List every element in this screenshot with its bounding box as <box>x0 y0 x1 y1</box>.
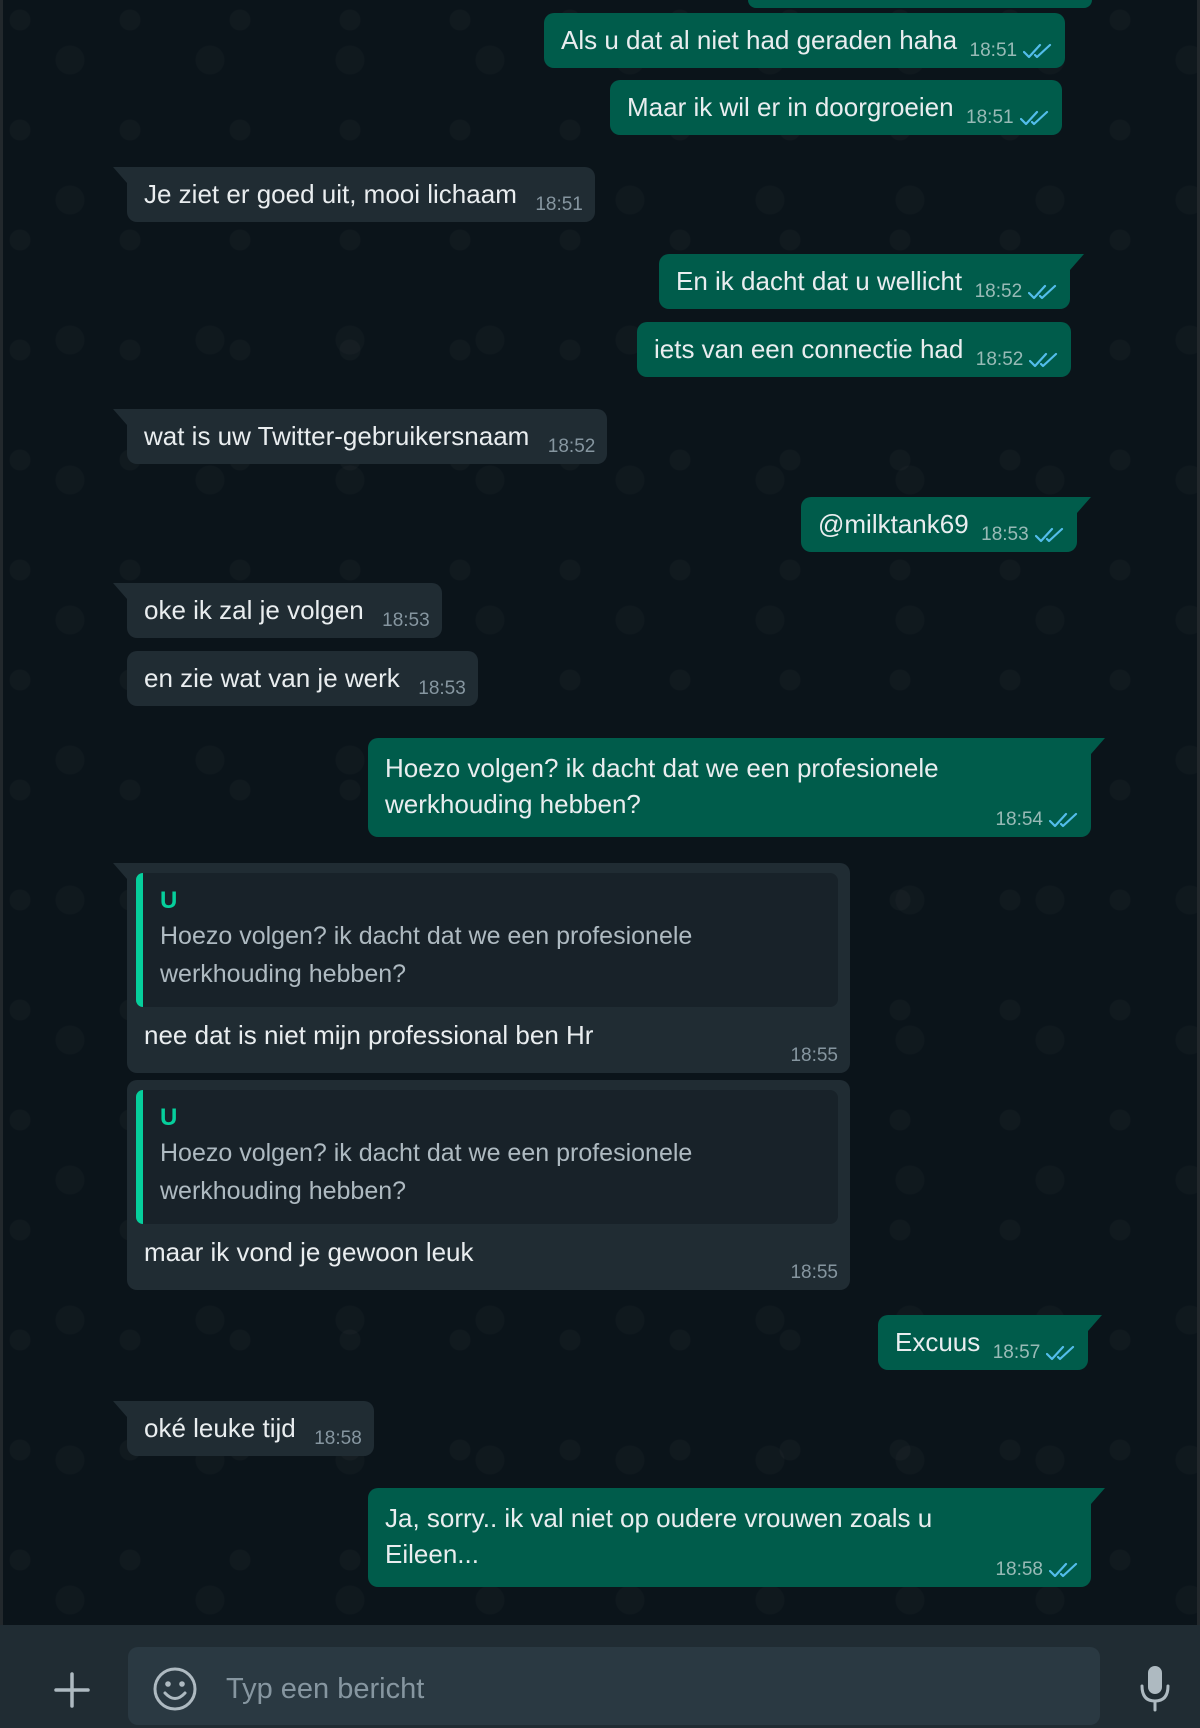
message-meta: 18:55 <box>790 1262 838 1284</box>
message-time: 18:53 <box>382 610 430 631</box>
message-bubble-outgoing[interactable]: Als u dat al niet had geraden haha 18:51 <box>544 13 1066 68</box>
quote-author: U <box>160 887 178 914</box>
plus-icon[interactable] <box>52 1670 92 1710</box>
message-text: nee dat is niet mijn professional ben Hr <box>144 1020 594 1050</box>
message-bubble-incoming-reply[interactable]: U Hoezo volgen? ik dacht dat we een prof… <box>127 1080 850 1290</box>
message-text: Excuus <box>895 1327 981 1357</box>
message-input-placeholder: Typ een bericht <box>226 1673 425 1705</box>
message-bubble-outgoing[interactable]: Maar ik wil er in doorgroeien 18:51 <box>610 80 1062 135</box>
message-time: 18:58 <box>995 1559 1043 1580</box>
emoji-icon[interactable] <box>152 1666 198 1712</box>
message-text: En ik dacht dat u wellicht <box>676 266 963 296</box>
message-bubble-incoming[interactable]: oke ik zal je volgen 18:53 <box>113 583 442 638</box>
message-meta: 18:51 <box>970 40 1054 62</box>
message-time: 18:54 <box>995 809 1043 830</box>
message-meta: 18:51 <box>966 107 1050 129</box>
message-bubble-outgoing[interactable]: En ik dacht dat u wellicht 18:52 <box>659 254 1085 309</box>
message-meta: 18:53 <box>981 524 1065 546</box>
double-check-icon <box>1046 1345 1075 1361</box>
message-meta: 18:54 <box>995 809 1079 831</box>
double-check-icon <box>1049 1562 1078 1578</box>
message-meta: 18:55 <box>790 1045 838 1067</box>
message-text: Als u dat al niet had geraden haha <box>561 25 958 55</box>
message-text: Je ziet er goed uit, mooi lichaam <box>144 179 517 209</box>
message-time: 18:57 <box>992 1342 1041 1363</box>
double-check-icon <box>1049 812 1078 828</box>
message-bubble-outgoing[interactable]: Excuus 18:57 <box>878 1315 1103 1370</box>
message-bubble-incoming[interactable]: en zie wat van je werk 18:53 <box>127 651 478 706</box>
message-time: 18:55 <box>790 1262 838 1283</box>
message-meta: 18:52 <box>548 436 596 458</box>
quoted-message[interactable]: U Hoezo volgen? ik dacht dat we een prof… <box>136 873 838 1007</box>
left-border <box>0 0 3 1625</box>
message-bubble-outgoing[interactable]: @milktank69 18:53 <box>801 497 1091 552</box>
message-text: oke ik zal je volgen <box>144 595 364 625</box>
message-bubble-incoming-reply[interactable]: U Hoezo volgen? ik dacht dat we een prof… <box>113 863 850 1073</box>
quote-text: Hoezo volgen? ik dacht dat we een profes… <box>160 922 693 988</box>
double-check-icon <box>1029 352 1058 368</box>
message-meta: 18:52 <box>975 281 1059 303</box>
message-time: 18:58 <box>314 1428 362 1449</box>
message-bubble-incoming[interactable]: wat is uw Twitter-gebruikersnaam 18:52 <box>112 409 608 464</box>
message-text: en zie wat van je werk <box>144 663 400 693</box>
message-meta: 18:53 <box>382 610 430 632</box>
message-meta: 18:51 <box>535 194 583 216</box>
quote-author: U <box>160 1104 178 1131</box>
message-meta: 18:57 <box>993 1342 1077 1364</box>
double-check-icon <box>1023 43 1052 59</box>
message-text: iets van een connectie had <box>654 334 964 364</box>
message-text: @milktank69 <box>818 509 969 539</box>
message-meta: 18:58 <box>314 1428 362 1450</box>
message-meta: 18:58 <box>995 1559 1079 1581</box>
message-time: 18:52 <box>975 349 1024 370</box>
message-time: 18:51 <box>969 40 1018 61</box>
message-bubble-outgoing[interactable]: Hoezo volgen? ik dacht dat we een profes… <box>368 738 1105 837</box>
message-text: Ja, sorry.. ik val niet op oudere vrouwe… <box>385 1503 933 1569</box>
message-text: maar ik vond je gewoon leuk <box>144 1237 474 1267</box>
message-time: 18:52 <box>974 281 1023 302</box>
quoted-message[interactable]: U Hoezo volgen? ik dacht dat we een prof… <box>136 1090 838 1224</box>
message-time: 18:55 <box>790 1045 838 1066</box>
message-text: Hoezo volgen? ik dacht dat we een profes… <box>385 753 939 819</box>
message-time: 18:52 <box>547 436 596 457</box>
message-time: 18:53 <box>418 678 466 699</box>
message-meta: 18:52 <box>976 349 1060 371</box>
message-text: wat is uw Twitter-gebruikersnaam <box>144 421 530 451</box>
double-check-icon <box>1028 284 1057 300</box>
microphone-icon[interactable] <box>1138 1664 1172 1712</box>
message-time: 18:51 <box>535 194 583 215</box>
message-meta: 18:53 <box>418 678 466 700</box>
message-bubble-incoming[interactable]: oké leuke tijd 18:58 <box>113 1401 374 1456</box>
message-bubble-incoming[interactable]: Je ziet er goed uit, mooi lichaam 18:51 <box>113 167 595 222</box>
message-time: 18:53 <box>981 524 1029 545</box>
message-time: 18:51 <box>966 107 1014 128</box>
previous-bubble-edge <box>748 0 1092 8</box>
message-bubble-outgoing[interactable]: Ja, sorry.. ik val niet op oudere vrouwe… <box>368 1488 1105 1587</box>
chat-panel: Als u dat al niet had geraden haha 18:51… <box>0 0 1200 1625</box>
double-check-icon <box>1019 110 1048 126</box>
message-text: oké leuke tijd <box>144 1413 296 1443</box>
message-bubble-outgoing[interactable]: iets van een connectie had 18:52 <box>637 322 1072 377</box>
double-check-icon <box>1034 527 1063 543</box>
message-text: Maar ik wil er in doorgroeien <box>627 92 954 122</box>
quote-text: Hoezo volgen? ik dacht dat we een profes… <box>160 1139 693 1205</box>
